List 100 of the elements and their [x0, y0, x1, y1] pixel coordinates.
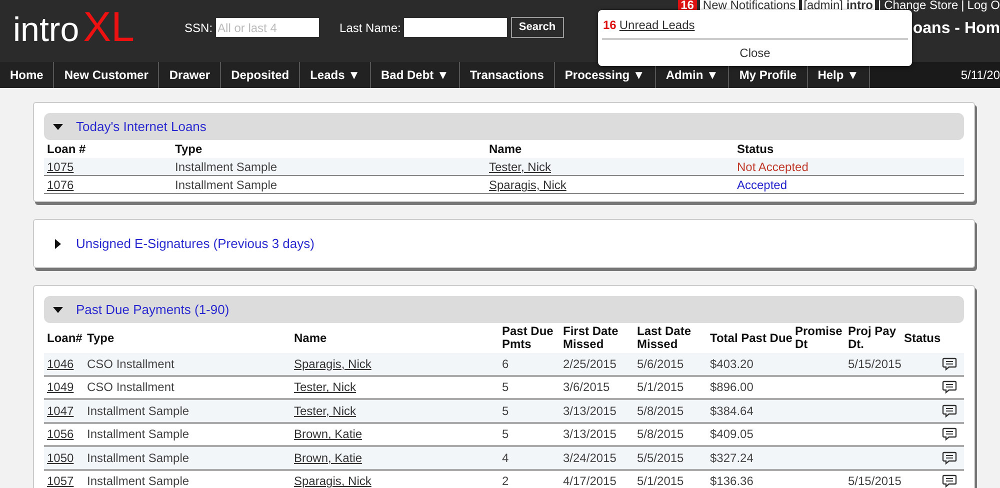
section-title[interactable]: Unsigned E-Signatures (Previous 3 days) — [76, 234, 314, 254]
table-cell-text: 5/1/2015 — [637, 379, 685, 396]
table-cell-text: Installment Sample — [87, 402, 190, 420]
loan-link[interactable]: 1046 — [47, 354, 74, 373]
table-cell-text: CSO Installment — [87, 356, 176, 373]
table-cell-text: 2/25/2015 — [563, 356, 618, 373]
loan-link[interactable]: 1050 — [47, 448, 74, 467]
column-header: Total Past Due — [710, 332, 794, 344]
separator: | — [961, 0, 964, 11]
status-text: Accepted — [737, 177, 788, 194]
column-header: Promise Dt — [795, 325, 844, 351]
loan-link[interactable]: 1075 — [47, 158, 74, 176]
loan-link[interactable]: 1057 — [47, 472, 74, 488]
column-header: Status — [737, 141, 775, 158]
loan-link[interactable]: 1076 — [47, 176, 74, 194]
column-header: Last Date Missed — [637, 325, 692, 351]
close-button[interactable]: Close — [740, 44, 770, 62]
section-header[interactable]: Past Due Payments (1-90) — [44, 296, 964, 323]
column-header: Proj Pay Dt. — [848, 325, 898, 351]
table-cell-text: 3/13/2015 — [563, 402, 618, 420]
change-store-link[interactable]: Change Store — [884, 0, 958, 11]
search-button[interactable]: Search — [510, 17, 564, 38]
nav-item[interactable]: Bad Debt ▼ — [370, 62, 460, 88]
last-name-field[interactable] — [404, 18, 507, 37]
name-link[interactable]: Tester, Nick — [294, 378, 356, 396]
table-cell-text: 5/8/2015 — [637, 402, 685, 420]
table-cell-text: $403.20 — [710, 356, 754, 373]
column-header: Name — [294, 332, 328, 344]
table-cell-text: $136.36 — [710, 473, 754, 488]
name-link[interactable]: Brown, Katie — [294, 448, 362, 467]
table-cell-text: 3/6/2015 — [563, 379, 611, 396]
column-header: Type — [175, 141, 204, 158]
lead-count: 16 — [603, 17, 616, 34]
comment-icon[interactable] — [942, 380, 957, 394]
table-cell-text: Installment Sample — [175, 159, 278, 176]
last-name-label: Last Name: — [340, 20, 401, 36]
table-cell-text: 6 — [502, 356, 510, 373]
nav-item[interactable]: Deposited — [221, 62, 300, 88]
loan-link[interactable]: 1056 — [47, 425, 74, 444]
column-header: Loan # — [47, 141, 87, 158]
user-label: [admin] intro — [802, 0, 875, 11]
table-cell-text: 5/15/2015 — [848, 473, 902, 488]
logo-text: intro — [13, 13, 80, 47]
column-header: Loan# — [47, 332, 84, 344]
table-cell-text: 5 — [502, 426, 510, 444]
table-cell-text: Installment Sample — [87, 450, 190, 467]
table-cell-text: 5/6/2015 — [637, 356, 685, 373]
nav-item[interactable]: Home — [0, 62, 54, 88]
comment-icon[interactable] — [942, 356, 957, 371]
table-cell-text: 5/15/2015 — [848, 356, 902, 373]
section-title[interactable]: Today's Internet Loans — [76, 116, 206, 136]
table-cell-text: CSO Installment — [87, 379, 176, 396]
notifications-link[interactable]: New Notifications — [700, 0, 799, 11]
table-cell-text: 5/1/2015 — [637, 473, 685, 488]
column-header: Name — [489, 141, 523, 158]
table-cell-text: Installment Sample — [87, 426, 190, 444]
notification-count: 16 — [678, 0, 697, 11]
loan-link[interactable]: 1049 — [47, 378, 74, 396]
nav-item[interactable]: Transactions — [460, 62, 555, 88]
table-cell-text: 3/13/2015 — [563, 426, 618, 444]
column-header: Status — [904, 332, 942, 344]
comment-icon[interactable] — [942, 404, 957, 418]
table-cell-text: 4 — [502, 450, 510, 467]
section-header[interactable]: Unsigned E-Signatures (Previous 3 days) — [44, 230, 964, 257]
table-cell-text: $327.24 — [710, 450, 754, 467]
column-header: Type — [87, 332, 116, 344]
comment-icon[interactable] — [942, 427, 957, 442]
section-header[interactable]: Today's Internet Loans — [44, 113, 964, 140]
table-cell-text: 5/8/2015 — [637, 426, 685, 444]
table-cell-text: 5 — [502, 402, 510, 420]
table-cell-text: $384.64 — [710, 402, 754, 420]
table-cell-text: Installment Sample — [87, 473, 190, 488]
log-out-link[interactable]: Log O — [967, 0, 1000, 11]
loan-link[interactable]: 1047 — [47, 402, 74, 420]
section-title[interactable]: Past Due Payments (1-90) — [76, 300, 230, 320]
column-header: First Date Missed — [563, 325, 620, 351]
name-link[interactable]: Tester, Nick — [294, 402, 356, 420]
column-header: Past Due Pmts — [502, 325, 554, 351]
name-link[interactable]: Sparagis, Nick — [294, 472, 372, 488]
logo-mark: XL — [83, 6, 135, 48]
name-link[interactable]: Brown, Katie — [294, 425, 362, 444]
table-cell-text: 5/5/2015 — [637, 450, 685, 467]
table-cell-text: Installment Sample — [175, 177, 278, 194]
nav-item[interactable]: Drawer — [159, 62, 222, 88]
comment-icon[interactable] — [942, 450, 957, 465]
nav-item[interactable]: New Customer — [54, 62, 160, 88]
unread-leads-link[interactable]: Unread Leads — [619, 16, 695, 34]
name-link[interactable]: Sparagis, Nick — [294, 354, 372, 373]
date-label: 5/11/20 — [960, 67, 1000, 84]
nav-item[interactable]: Leads ▼ — [300, 62, 371, 88]
ssn-label: SSN: — [184, 20, 213, 36]
name-link[interactable]: Sparagis, Nick — [489, 176, 566, 194]
status-text: Not Accepted — [737, 159, 810, 176]
table-cell-text: 2 — [502, 473, 510, 488]
table-cell-text: $409.05 — [710, 426, 754, 444]
comment-icon[interactable] — [942, 474, 957, 488]
table-cell-text: 5 — [502, 379, 510, 396]
ssn-field[interactable]: All or last 4 — [216, 18, 319, 37]
name-link[interactable]: Tester, Nick — [489, 158, 552, 176]
table-cell-text: $896.00 — [710, 379, 754, 396]
